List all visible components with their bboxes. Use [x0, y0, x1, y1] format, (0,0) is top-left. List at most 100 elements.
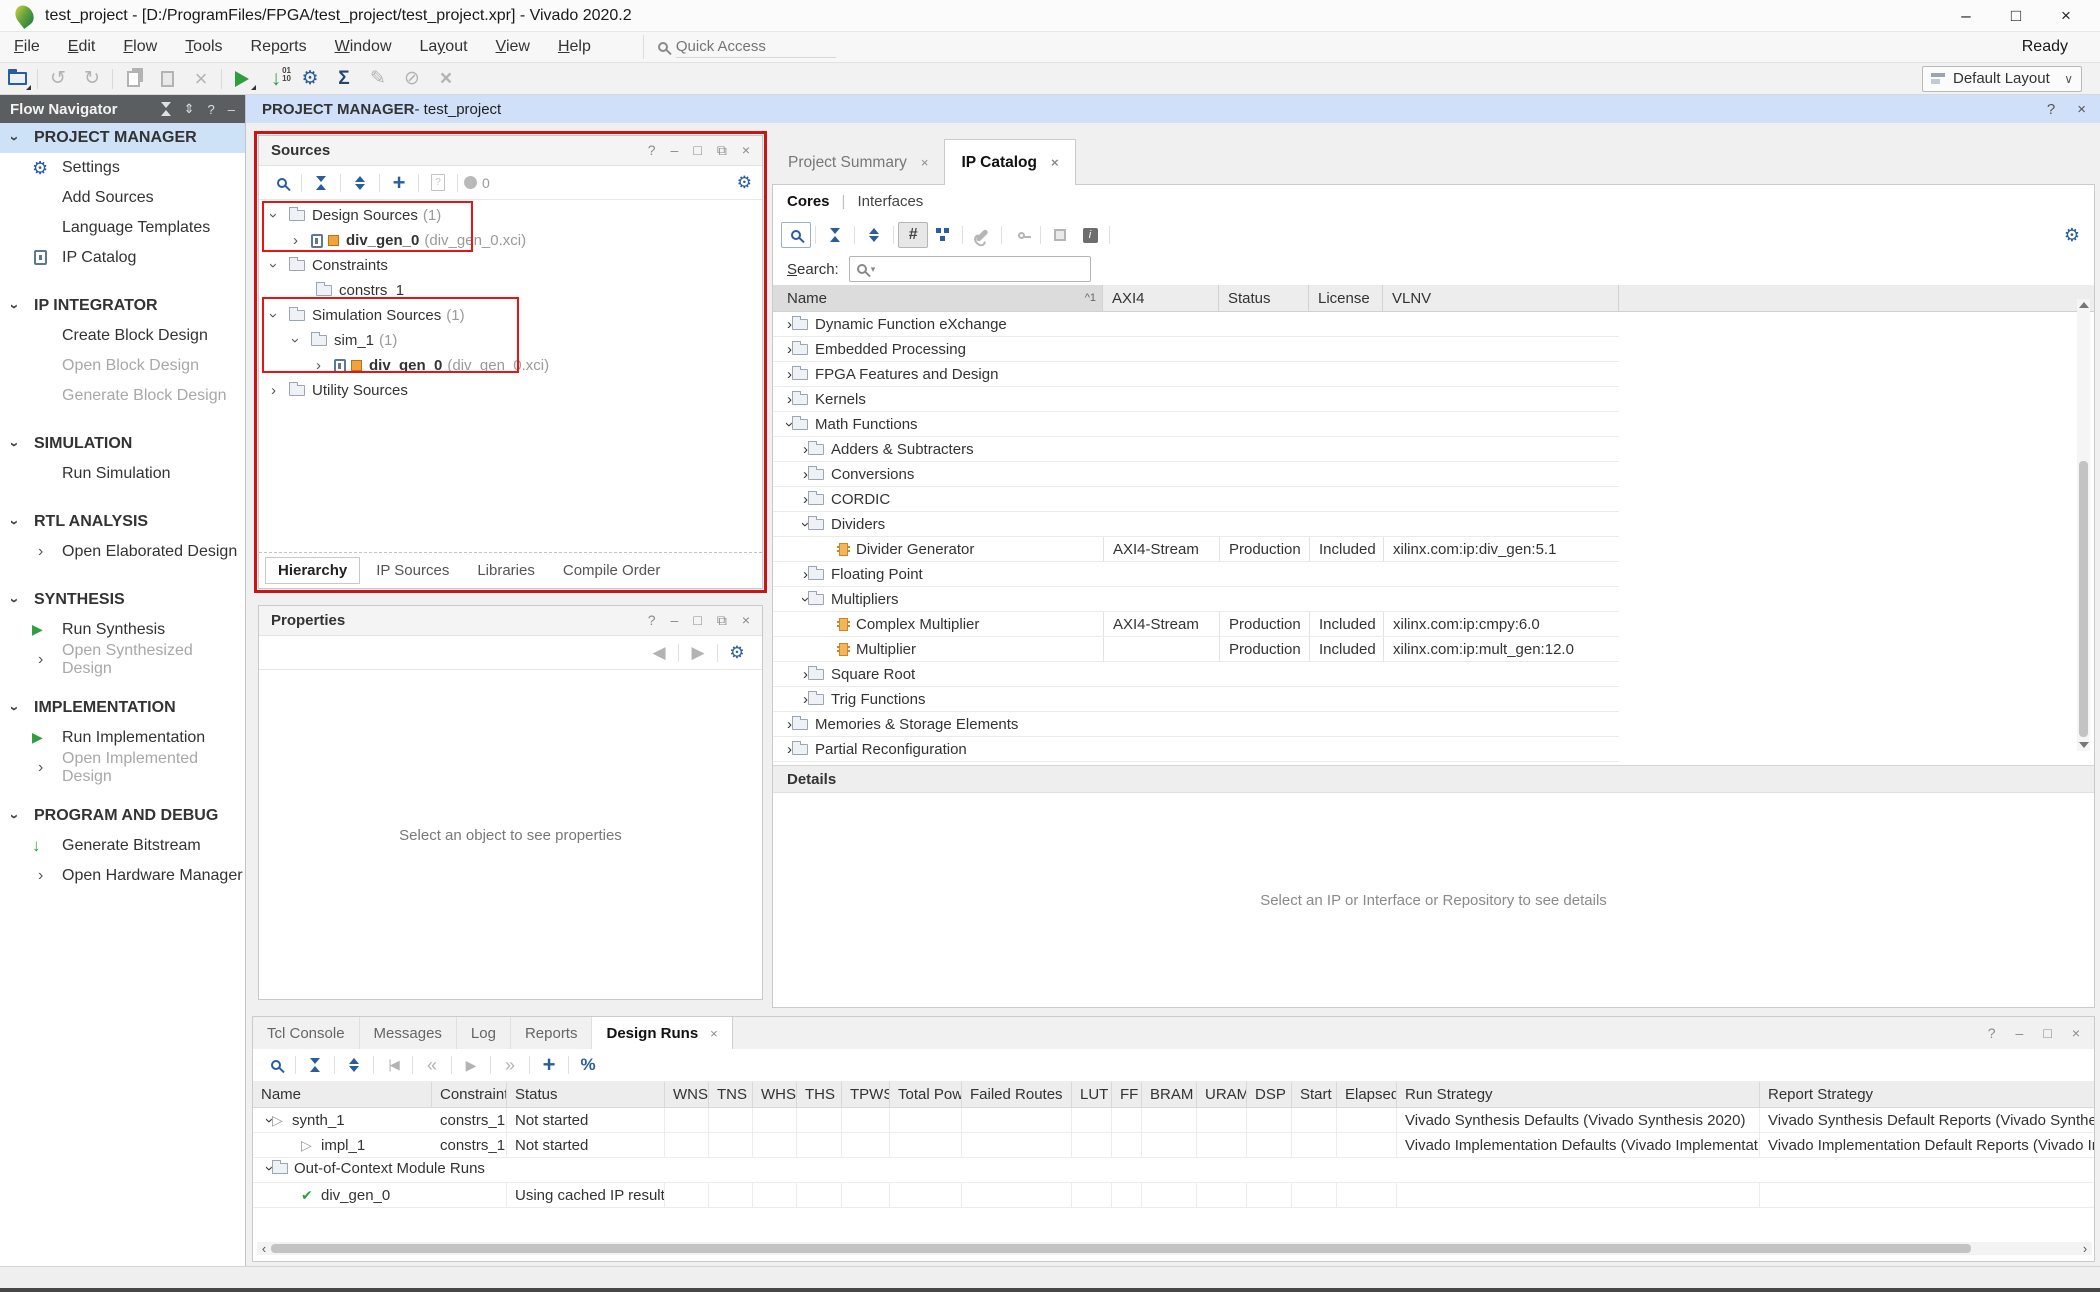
run-button[interactable]: ▶ [456, 1052, 486, 1078]
minimize-icon[interactable]: – [228, 102, 235, 117]
column-header-elapsed[interactable]: Elapsed [1337, 1082, 1397, 1107]
column-header-axi4[interactable]: AXI4 [1103, 285, 1219, 311]
ip-table-row[interactable]: Partial Reconfiguration [773, 737, 1619, 762]
flow-navigator-row[interactable]: Create Block Design [0, 321, 245, 351]
ip-table-row[interactable]: Multipliers [773, 587, 1619, 612]
column-header-vlnv[interactable]: VLNV [1383, 285, 1619, 311]
design-run-row[interactable]: Out-of-Context Module Runs [253, 1158, 2094, 1183]
section-arrow-icon[interactable] [12, 130, 34, 147]
flow-navigator-row[interactable]: Add Sources [0, 183, 245, 213]
settings-button[interactable]: ⚙ [293, 65, 327, 93]
back-button[interactable]: ◀ [644, 640, 674, 666]
scroll-down-icon[interactable] [2079, 742, 2089, 748]
close-tab-icon[interactable]: × [921, 155, 929, 170]
report-summary-button[interactable]: Σ [327, 65, 361, 93]
maximize-icon[interactable]: □ [693, 142, 701, 159]
expand-all-button[interactable] [339, 1052, 369, 1078]
flow-navigator-row[interactable]: Open Implemented Design [0, 753, 245, 783]
flow-navigator-row[interactable]: PROGRAM AND DEBUG [0, 801, 245, 831]
flow-navigator-row[interactable] [0, 489, 245, 507]
menu-item[interactable]: View [482, 32, 544, 62]
flow-navigator-row[interactable]: Open Hardware Manager [0, 861, 245, 891]
ip-search-input[interactable] [879, 261, 1079, 277]
scrollbar-thumb[interactable] [2079, 461, 2088, 737]
quick-access[interactable] [643, 35, 858, 59]
maximize-icon[interactable]: □ [2043, 1025, 2051, 1041]
forward-button[interactable]: ▶ [683, 640, 713, 666]
flow-navigator-row[interactable]: SYNTHESIS [0, 585, 245, 615]
design-run-row[interactable]: synth_1 constrs_1 Not started Vivado Syn… [253, 1108, 2094, 1133]
scrollbar-thumb[interactable] [271, 1244, 1971, 1253]
flow-navigator-row[interactable] [0, 567, 245, 585]
flow-navigator-row[interactable]: Settings [0, 153, 245, 183]
section-arrow-icon[interactable] [12, 700, 34, 717]
column-header-status[interactable]: Status [1219, 285, 1309, 311]
tree-expand-arrow-icon[interactable] [316, 357, 334, 374]
layout-selector[interactable]: Default Layout ∨ [1922, 66, 2082, 92]
source-tree-row[interactable]: div_gen_0 (div_gen_0.xci) [259, 228, 762, 253]
collapse-all-button[interactable] [300, 1052, 330, 1078]
source-tree-row[interactable]: Utility Sources [259, 378, 762, 403]
tree-expand-arrow-icon[interactable] [271, 382, 289, 399]
ip-table-row[interactable]: Complex Multiplier AXI4-Stream Productio… [773, 612, 1619, 637]
close-icon[interactable]: × [742, 142, 750, 159]
maximize-icon[interactable]: □ [693, 612, 701, 629]
search-button[interactable] [781, 222, 811, 248]
sources-view-tab[interactable]: Libraries [465, 558, 547, 583]
customize-ip-button[interactable] [967, 222, 997, 248]
bottom-tab[interactable]: Tcl Console [253, 1017, 360, 1049]
maximize-icon[interactable]: □ [2006, 6, 2026, 26]
bottom-tab[interactable]: Log [457, 1017, 511, 1049]
design-run-row[interactable]: div_gen_0 Using cached IP results [253, 1183, 2094, 1208]
subtab-cores[interactable]: Cores [787, 193, 830, 210]
flow-navigator-row[interactable]: Run Synthesis [0, 615, 245, 645]
ip-table-row[interactable]: Floating Point [773, 562, 1619, 587]
close-icon[interactable]: × [742, 612, 750, 629]
column-header-run-strategy[interactable]: Run Strategy [1397, 1082, 1760, 1107]
vertical-scrollbar[interactable] [2077, 299, 2090, 751]
sources-view-tab[interactable]: Hierarchy [265, 557, 360, 584]
copy-button[interactable] [116, 65, 150, 93]
delete-button[interactable]: × [184, 65, 218, 93]
redo-button[interactable]: ↻ [75, 65, 109, 93]
ip-table-row[interactable]: Dividers [773, 512, 1619, 537]
search-button[interactable] [261, 1052, 291, 1078]
ip-table-row[interactable]: Conversions [773, 462, 1619, 487]
first-run-button[interactable]: |◀ [378, 1052, 408, 1078]
edit-disabled-button[interactable]: ✎ [361, 65, 395, 93]
sources-view-tab[interactable]: IP Sources [364, 558, 461, 583]
ip-details-button[interactable]: i [1075, 222, 1105, 248]
license-button[interactable] [1006, 222, 1036, 248]
help-icon[interactable]: ? [2047, 101, 2055, 118]
quick-access-input[interactable] [676, 36, 836, 58]
tree-expand-arrow-icon[interactable] [271, 257, 289, 274]
column-header-ff[interactable]: FF [1112, 1082, 1142, 1107]
workspace-tab[interactable]: Project Summary × [772, 140, 944, 185]
collapse-all-button[interactable] [306, 170, 336, 196]
settings-gear-icon[interactable]: ⚙ [722, 640, 752, 666]
bottom-tab[interactable]: Reports [511, 1017, 593, 1049]
tree-expand-arrow-icon[interactable] [293, 332, 311, 349]
ip-search-field[interactable]: ▾ [849, 256, 1091, 282]
flow-navigator-row[interactable]: Open Elaborated Design [0, 537, 245, 567]
percent-button[interactable]: % [573, 1052, 603, 1078]
column-header-constraints[interactable]: Constraints [432, 1082, 507, 1107]
sources-header[interactable]: Sources ? – □ ⧉ × [259, 136, 762, 166]
help-icon[interactable]: ? [648, 142, 656, 159]
column-header-tpws[interactable]: TPWS [842, 1082, 890, 1107]
source-tree-row[interactable]: div_gen_0 (div_gen_0.xci) [259, 353, 762, 378]
flow-navigator-row[interactable]: Run Simulation [0, 459, 245, 489]
source-tree-row[interactable]: Simulation Sources (1) [259, 303, 762, 328]
workspace-tab[interactable]: IP Catalog × [944, 139, 1075, 185]
add-sources-button[interactable]: + [384, 170, 414, 196]
column-header-name[interactable]: Name [253, 1082, 432, 1107]
section-arrow-icon[interactable] [12, 592, 34, 609]
column-header-name[interactable]: Name ^1 [773, 285, 1103, 311]
column-header-lut[interactable]: LUT [1072, 1082, 1112, 1107]
source-tree-row[interactable]: constrs_1 [259, 278, 762, 303]
column-header-bram[interactable]: BRAM [1142, 1082, 1197, 1107]
minimize-icon[interactable]: – [2016, 1025, 2024, 1041]
ip-table-row[interactable]: CORDIC [773, 487, 1619, 512]
menu-item[interactable]: File [0, 32, 54, 62]
filter-button[interactable]: # [898, 222, 928, 248]
